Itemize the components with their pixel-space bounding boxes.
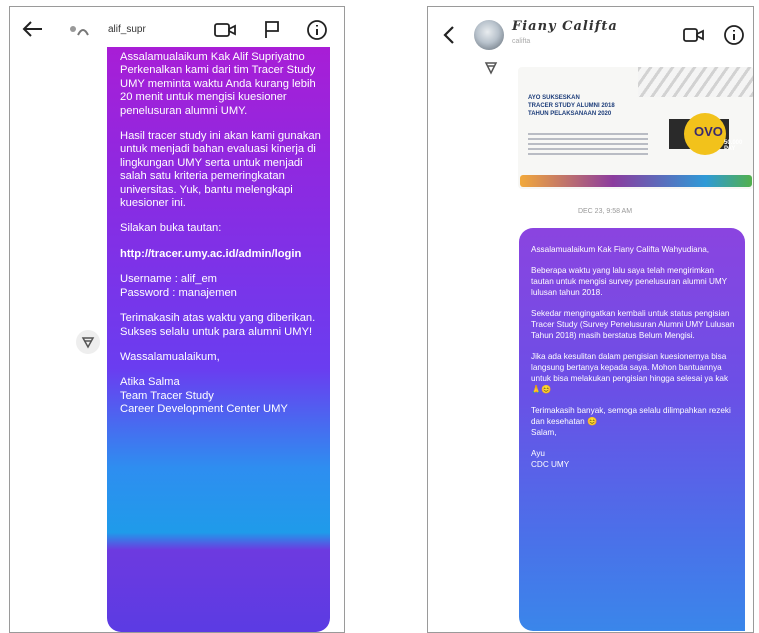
- message-paragraph: Hasil tracer study ini akan kami gunakan…: [120, 130, 321, 210]
- right-chat-header: Fiany Califta califta: [428, 7, 753, 63]
- back-arrow-icon[interactable]: [22, 20, 44, 38]
- post-social-bar: [520, 175, 752, 187]
- chat-contact-username: califta: [512, 38, 531, 45]
- message-bubble[interactable]: Assalamualaikum Kak Alif Supriyatno Perk…: [107, 47, 330, 632]
- ovo-pay-text: 50.000 PAY: [724, 140, 743, 152]
- back-chevron-icon[interactable]: [442, 25, 456, 45]
- tracer-login-link[interactable]: http://tracer.umy.ac.id/admin/login: [120, 248, 321, 261]
- message-paragraph: Assalamualaikum Kak Alif Supriyatno Perk…: [120, 51, 316, 117]
- message-paragraph: Wassalamualaikum,: [120, 350, 220, 363]
- reply-icon[interactable]: [76, 330, 100, 354]
- message-signature: Ayu CDC UMY: [531, 449, 570, 469]
- post-image-decoration: [638, 67, 753, 97]
- chat-contact-name[interactable]: Fiany Califta: [512, 19, 618, 34]
- message-bubble[interactable]: Assalamualaikum Kak Fiany Califta Wahyud…: [519, 228, 745, 631]
- chat-username[interactable]: alif_supr: [108, 24, 146, 35]
- message-paragraph: Sekedar mengingatkan kembali untuk statu…: [531, 309, 735, 340]
- shared-post-card[interactable]: AYO SUKSESKAN TRACER STUDY ALUMNI 2018 T…: [518, 67, 753, 189]
- message-timestamp: DEC 23, 9:58 AM: [577, 208, 633, 215]
- video-call-icon[interactable]: [213, 21, 237, 39]
- post-title: AYO SUKSESKAN TRACER STUDY ALUMNI 2018 T…: [528, 95, 615, 117]
- avatar[interactable]: [68, 23, 90, 39]
- post-body-text: [528, 133, 648, 157]
- message-paragraph: Terimakasih banyak, semoga selalu dilimp…: [531, 406, 731, 437]
- info-icon[interactable]: [723, 24, 745, 46]
- message-paragraph: Username : alif_em Password : manajemen: [120, 273, 237, 299]
- left-phone-screen: alif_supr Assalamualaikum Kak Alif Supri…: [9, 6, 345, 633]
- message-paragraph: Assalamualaikum Kak Fiany Califta Wahyud…: [531, 245, 710, 254]
- reply-icon[interactable]: [481, 59, 501, 77]
- ovo-logo-text: OVO: [694, 124, 723, 139]
- message-paragraph: Terimakasih atas waktu yang diberikan. S…: [120, 312, 316, 338]
- video-call-icon[interactable]: [683, 27, 705, 43]
- avatar[interactable]: [474, 20, 504, 50]
- message-paragraph: Silakan buka tautan:: [120, 222, 222, 235]
- message-signature: Atika Salma Team Tracer Study Career Dev…: [120, 376, 288, 416]
- message-paragraph: Jika ada kesulitan dalam pengisian kuesi…: [531, 352, 729, 394]
- flag-icon[interactable]: [262, 20, 282, 40]
- message-paragraph: Beberapa waktu yang lalu saya telah meng…: [531, 266, 728, 297]
- right-phone-screen: Fiany Califta califta AYO SUKSESKAN TRAC…: [427, 6, 754, 633]
- info-icon[interactable]: [306, 19, 328, 41]
